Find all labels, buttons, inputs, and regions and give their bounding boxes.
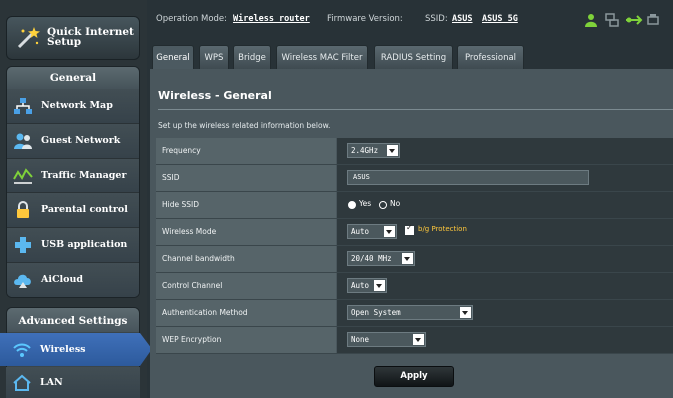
hide-ssid-row: Hide SSID Yes No	[156, 192, 673, 219]
auth-method-label: Authentication Method	[156, 300, 336, 326]
ssid-row: SSID ASUS	[156, 165, 673, 192]
tab-professional[interactable]: Professional	[457, 45, 524, 69]
tab-radius-setting[interactable]: RADIUS Setting	[374, 45, 453, 69]
chevron-down-icon	[413, 334, 424, 345]
operation-mode-label: Operation Mode:	[156, 14, 228, 24]
quick-internet-setup-button[interactable]: Quick Internet Setup	[6, 16, 140, 60]
chevron-down-icon	[402, 253, 413, 264]
aicloud-icon	[14, 274, 31, 288]
ssid-link-5g[interactable]: ASUS_5G	[482, 14, 518, 24]
network-map-icon	[14, 98, 32, 114]
hide-ssid-no-label: No	[390, 199, 401, 208]
sidebar-item-parental-control[interactable]: Parental control	[7, 193, 139, 229]
status-bar: Operation Mode: Wireless router Firmware…	[152, 8, 673, 32]
hide-ssid-label: Hide SSID	[156, 192, 336, 218]
ssid-label: SSID:	[425, 14, 448, 24]
wep-encryption-value: None	[351, 335, 370, 344]
channel-bandwidth-value: 20/40 MHz	[351, 254, 392, 263]
magic-wand-icon	[17, 27, 40, 49]
sidebar-item-label: Network Map	[41, 100, 113, 111]
traffic-manager-icon	[13, 167, 33, 184]
title-divider	[158, 109, 673, 110]
page-description: Set up the wireless related information …	[158, 121, 331, 130]
chevron-down-icon	[374, 280, 385, 291]
guest-network-icon	[14, 133, 32, 149]
usb-status-icon[interactable]	[625, 13, 643, 27]
sidebar-item-label: Parental control	[41, 204, 128, 216]
settings-form: Frequency 2.4GHz SSID ASUS Hide SSID Yes…	[156, 138, 673, 354]
bg-protection-checkbox[interactable]	[405, 223, 414, 235]
ssid-field-label: SSID	[156, 165, 336, 191]
sidebar-item-label: Traffic Manager	[41, 169, 127, 181]
frequency-value: 2.4GHz	[351, 146, 379, 155]
tab-wireless-mac-filter[interactable]: Wireless MAC Filter	[276, 45, 368, 69]
apply-button[interactable]: Apply	[374, 366, 454, 387]
sidebar-item-aicloud[interactable]: AiCloud	[7, 262, 139, 297]
sidebar-item-traffic-manager[interactable]: Traffic Manager	[7, 158, 139, 194]
chevron-down-icon	[460, 307, 471, 318]
hide-ssid-yes-label: Yes	[359, 199, 372, 208]
ssid-input[interactable]: ASUS	[347, 170, 589, 185]
chevron-down-icon	[384, 226, 395, 237]
printer-icon[interactable]	[647, 13, 659, 27]
control-channel-row: Control Channel Auto	[156, 273, 673, 300]
wireless-mode-label: Wireless Mode	[156, 219, 336, 245]
frequency-select[interactable]: 2.4GHz	[347, 143, 400, 158]
status-icons	[573, 10, 673, 28]
ssid-link-24[interactable]: ASUS	[452, 14, 472, 24]
control-channel-select[interactable]: Auto	[347, 278, 387, 293]
wireless-mode-select[interactable]: Auto	[347, 224, 397, 239]
sidebar-item-network-map[interactable]: Network Map	[7, 89, 139, 124]
sidebar-item-label: LAN	[40, 377, 63, 388]
parental-control-icon	[17, 201, 29, 219]
tab-general[interactable]: General	[152, 45, 194, 69]
network-status-icon[interactable]	[605, 13, 619, 27]
wireless-mode-value: Auto	[351, 227, 370, 236]
page-title: Wireless - General	[158, 89, 272, 102]
sidebar-item-usb-application[interactable]: USB application	[7, 228, 139, 263]
bg-protection-label: b/g Protection	[418, 225, 467, 233]
frequency-row: Frequency 2.4GHz	[156, 138, 673, 165]
sidebar-item-label: Wireless	[40, 344, 86, 355]
tab-bridge[interactable]: Bridge	[233, 45, 271, 69]
firmware-version-label: Firmware Version:	[327, 14, 403, 24]
wep-encryption-select[interactable]: None	[347, 332, 426, 347]
sidebar-item-guest-network[interactable]: Guest Network	[7, 123, 139, 159]
content-panel: Wireless - General Set up the wireless r…	[150, 69, 673, 398]
general-menu: General Network Map Guest Network Traffi…	[6, 66, 140, 298]
tab-wps[interactable]: WPS	[199, 45, 229, 69]
wireless-icon	[13, 343, 31, 357]
user-icon[interactable]	[585, 13, 597, 27]
channel-bandwidth-row: Channel bandwidth 20/40 MHz	[156, 246, 673, 273]
sidebar-item-label: Guest Network	[41, 134, 121, 146]
lan-icon	[13, 374, 31, 391]
control-channel-label: Control Channel	[156, 273, 336, 299]
operation-mode-link[interactable]: Wireless router	[233, 14, 310, 24]
advanced-settings-header: Advanced Settings	[7, 308, 139, 332]
hide-ssid-no-radio[interactable]	[379, 201, 387, 209]
chevron-down-icon	[387, 145, 398, 156]
wep-encryption-label: WEP Encryption	[156, 327, 336, 353]
channel-bandwidth-select[interactable]: 20/40 MHz	[347, 251, 415, 266]
sidebar-item-label: AiCloud	[41, 273, 84, 285]
auth-method-value: Open System	[351, 308, 401, 317]
sidebar-item-lan[interactable]: LAN	[6, 367, 140, 398]
auth-method-row: Authentication Method Open System	[156, 300, 673, 327]
hide-ssid-yes-radio[interactable]	[348, 201, 356, 209]
sidebar: Quick Internet Setup General Network Map…	[0, 0, 152, 398]
wep-encryption-row: WEP Encryption None	[156, 327, 673, 354]
auth-method-select[interactable]: Open System	[347, 305, 473, 320]
frequency-label: Frequency	[156, 138, 336, 164]
general-menu-header: General	[7, 67, 139, 89]
wireless-mode-row: Wireless Mode Auto b/g Protection	[156, 219, 673, 246]
channel-bandwidth-label: Channel bandwidth	[156, 246, 336, 272]
sidebar-item-label: USB application	[41, 239, 128, 251]
sidebar-item-wireless[interactable]: Wireless	[0, 333, 152, 366]
control-channel-value: Auto	[351, 281, 370, 290]
usb-icon	[15, 237, 31, 254]
quick-setup-label: Quick Internet Setup	[47, 26, 134, 48]
